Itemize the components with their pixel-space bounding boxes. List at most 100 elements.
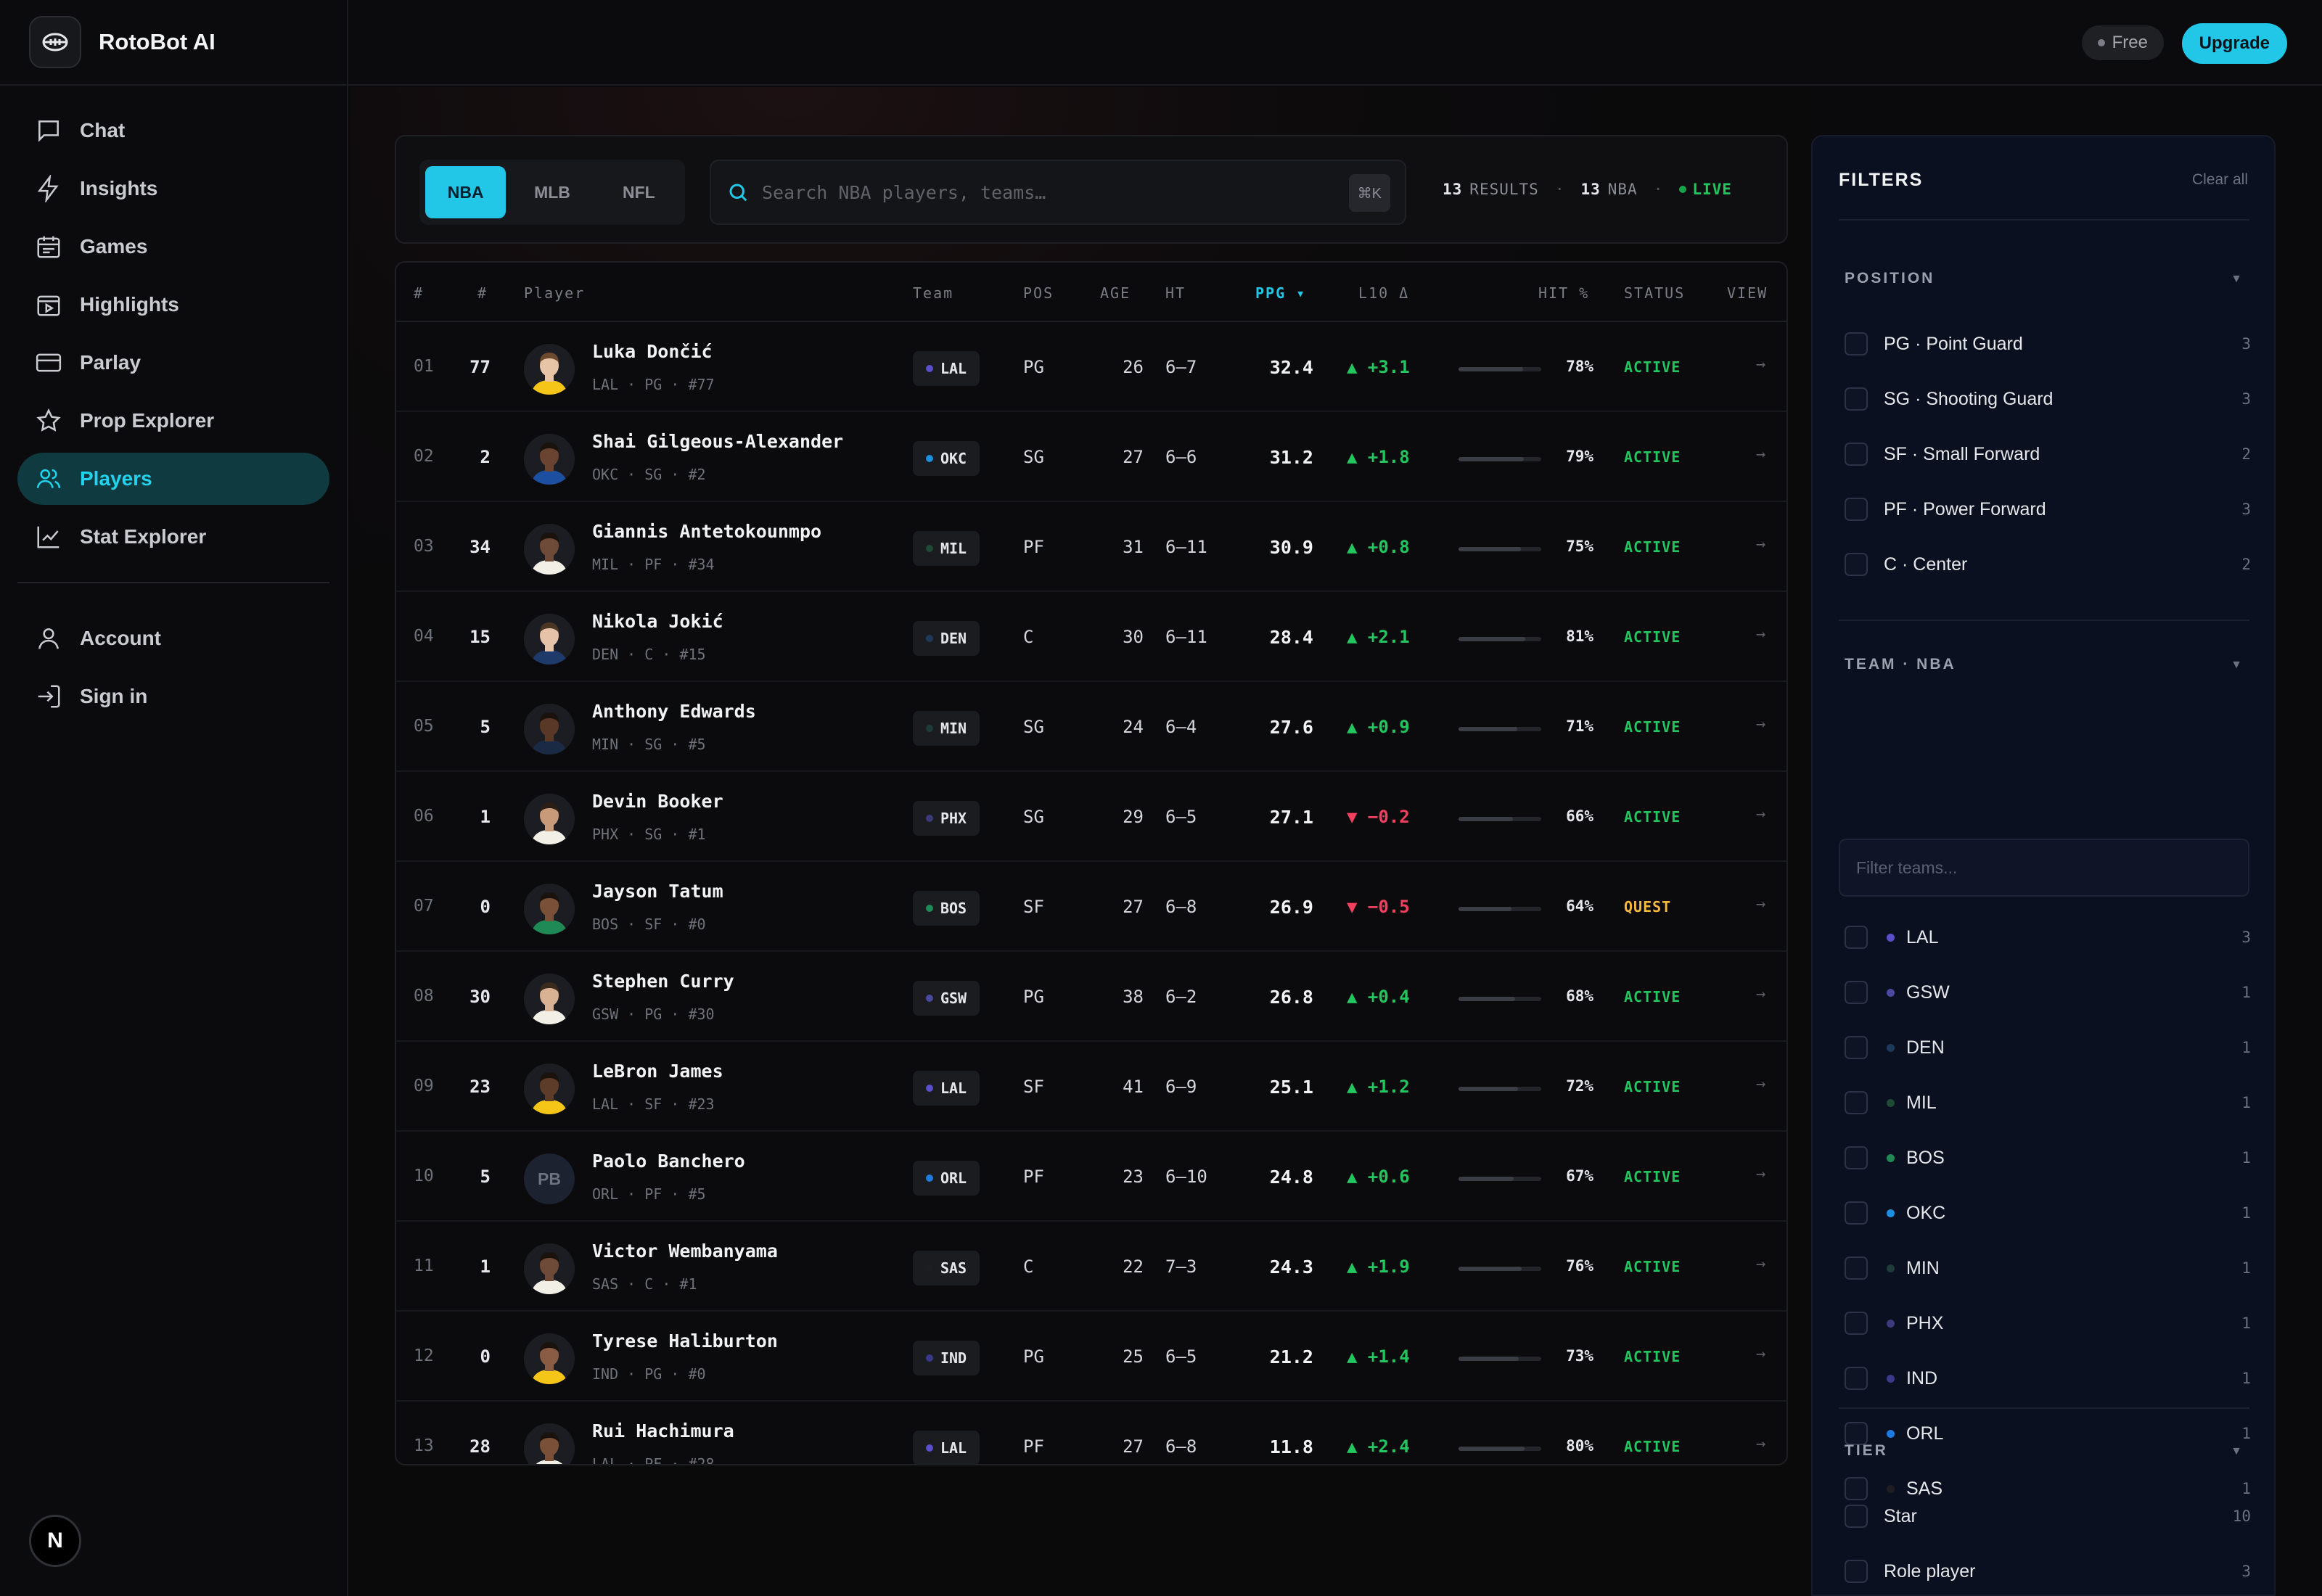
view-arrow-icon[interactable]: → xyxy=(1756,625,1765,643)
col-age[interactable]: AGE xyxy=(1100,284,1131,302)
filter-position-sf[interactable]: SF · Small Forward 2 xyxy=(1845,438,2251,470)
col-hit[interactable]: HIT % xyxy=(1538,284,1589,302)
sidebar-item-prop-explorer[interactable]: Prop Explorer xyxy=(17,395,329,447)
tab-nfl[interactable]: NFL xyxy=(599,166,679,218)
clear-all-button[interactable]: Clear all xyxy=(2192,171,2248,189)
upgrade-button[interactable]: Upgrade xyxy=(2181,23,2287,64)
checkbox[interactable] xyxy=(1845,1036,1868,1059)
table-row[interactable]: 01 77 Luka Dončić LAL · PG · #77 LAL PG 26 6–7 3… xyxy=(396,322,1786,412)
checkbox[interactable] xyxy=(1845,1505,1868,1528)
col-rank[interactable]: # xyxy=(414,284,424,302)
checkbox[interactable] xyxy=(1845,553,1868,576)
filter-tier-star[interactable]: Star 10 xyxy=(1845,1500,2251,1532)
table-row[interactable]: 07 0 Jayson Tatum BOS · SF · #0 BOS SF 27 6–8 26… xyxy=(396,862,1786,952)
filter-tier-role[interactable]: Role player 3 xyxy=(1845,1555,2251,1587)
checkbox[interactable] xyxy=(1845,1477,1868,1500)
checkbox[interactable] xyxy=(1845,1312,1868,1335)
tab-mlb[interactable]: MLB xyxy=(512,166,592,218)
table-row[interactable]: 04 15 Nikola Jokić DEN · C · #15 DEN C 30 6–11 2… xyxy=(396,592,1786,682)
table-row[interactable]: 09 23 LeBron James LAL · SF · #23 LAL SF 41 6–9… xyxy=(396,1042,1786,1132)
player-name[interactable]: Nikola Jokić xyxy=(592,611,723,632)
player-name[interactable]: LeBron James xyxy=(592,1061,723,1082)
view-arrow-icon[interactable]: → xyxy=(1756,535,1765,554)
chevron-down-icon[interactable]: ▼ xyxy=(2231,659,2242,672)
table-row[interactable]: 10 5 PB Paolo Banchero ORL · PF · #5 ORL PF 23 6… xyxy=(396,1132,1786,1222)
view-arrow-icon[interactable]: → xyxy=(1756,985,1765,1003)
table-row[interactable]: 12 0 Tyrese Haliburton IND · PG · #0 IND PG 25… xyxy=(396,1312,1786,1402)
col-ppg[interactable]: PPG ▾ xyxy=(1255,284,1306,302)
table-row[interactable]: 13 28 Rui Hachimura LAL · PF · #28 LAL PF 27 6–… xyxy=(396,1402,1786,1464)
tab-nba[interactable]: NBA xyxy=(425,166,506,218)
player-name[interactable]: Luka Dončić xyxy=(592,341,713,362)
player-name[interactable]: Rui Hachimura xyxy=(592,1420,734,1441)
filter-team-okc[interactable]: OKC 1 xyxy=(1845,1197,2251,1229)
section-team-title[interactable]: TEAM · NBA xyxy=(1845,656,1956,673)
filter-team-ind[interactable]: IND 1 xyxy=(1845,1362,2251,1394)
chevron-down-icon[interactable]: ▼ xyxy=(2231,1445,2242,1458)
player-name[interactable]: Shai Gilgeous-Alexander xyxy=(592,431,843,452)
checkbox[interactable] xyxy=(1845,926,1868,949)
filter-team-bos[interactable]: BOS 1 xyxy=(1845,1142,2251,1174)
table-row[interactable]: 05 5 Anthony Edwards MIN · SG · #5 MIN SG 24 6–… xyxy=(396,682,1786,772)
view-arrow-icon[interactable]: → xyxy=(1756,805,1765,823)
checkbox[interactable] xyxy=(1845,1201,1868,1225)
col-number[interactable]: # xyxy=(477,284,488,302)
view-arrow-icon[interactable]: → xyxy=(1756,1165,1765,1183)
filter-team-orl[interactable]: ORL 1 xyxy=(1845,1418,2251,1449)
table-row[interactable]: 02 2 Shai Gilgeous-Alexander OKC · SG · #2 O… xyxy=(396,412,1786,502)
sidebar-item-parlay[interactable]: Parlay xyxy=(17,337,329,389)
checkbox[interactable] xyxy=(1845,1091,1868,1114)
player-name[interactable]: Victor Wembanyama xyxy=(592,1241,778,1262)
sidebar-item-players[interactable]: Players xyxy=(17,453,329,505)
col-pos[interactable]: POS xyxy=(1023,284,1054,302)
checkbox[interactable] xyxy=(1845,387,1868,411)
col-player[interactable]: Player xyxy=(524,284,585,302)
col-ht[interactable]: HT xyxy=(1165,284,1186,302)
sidebar-item-insights[interactable]: Insights xyxy=(17,163,329,215)
view-arrow-icon[interactable]: → xyxy=(1756,355,1765,374)
view-arrow-icon[interactable]: → xyxy=(1756,1435,1765,1453)
player-name[interactable]: Giannis Antetokounmpo xyxy=(592,521,821,542)
table-row[interactable]: 03 34 Giannis Antetokounmpo MIL · PF · #34 M… xyxy=(396,502,1786,592)
sidebar-item-chat[interactable]: Chat xyxy=(17,104,329,157)
checkbox[interactable] xyxy=(1845,981,1868,1004)
table-row[interactable]: 06 1 Devin Booker PHX · SG · #1 PHX SG 29 6–5 27… xyxy=(396,772,1786,862)
brand[interactable]: RotoBot AI xyxy=(0,0,347,86)
filter-team-lal[interactable]: LAL 3 xyxy=(1845,921,2251,953)
sidebar-item-highlights[interactable]: Highlights xyxy=(17,279,329,331)
player-name[interactable]: Jayson Tatum xyxy=(592,881,723,902)
team-filter-input[interactable] xyxy=(1839,839,2249,897)
player-name[interactable]: Paolo Banchero xyxy=(592,1151,745,1172)
checkbox[interactable] xyxy=(1845,443,1868,466)
sidebar-item-account[interactable]: Account xyxy=(17,612,329,665)
chevron-down-icon[interactable]: ▼ xyxy=(2231,273,2242,286)
col-team[interactable]: Team xyxy=(913,284,953,302)
filter-position-pg[interactable]: PG · Point Guard 3 xyxy=(1845,328,2251,360)
filter-position-pf[interactable]: PF · Power Forward 3 xyxy=(1845,493,2251,525)
table-row[interactable]: 11 1 Victor Wembanyama SAS · C · #1 SAS C 22 7–… xyxy=(396,1222,1786,1312)
checkbox[interactable] xyxy=(1845,1560,1868,1583)
sidebar-item-sign-in[interactable]: Sign in xyxy=(17,670,329,723)
col-status[interactable]: STATUS xyxy=(1624,284,1685,302)
view-arrow-icon[interactable]: → xyxy=(1756,715,1765,733)
checkbox[interactable] xyxy=(1845,1256,1868,1280)
sidebar-item-stat-explorer[interactable]: Stat Explorer xyxy=(17,511,329,563)
view-arrow-icon[interactable]: → xyxy=(1756,1255,1765,1273)
sidebar-item-games[interactable]: Games xyxy=(17,221,329,273)
filter-team-min[interactable]: MIN 1 xyxy=(1845,1252,2251,1284)
col-l10[interactable]: L10 Δ xyxy=(1358,284,1409,302)
filter-team-mil[interactable]: MIL 1 xyxy=(1845,1087,2251,1119)
checkbox[interactable] xyxy=(1845,1146,1868,1169)
checkbox[interactable] xyxy=(1845,1367,1868,1390)
filter-position-sg[interactable]: SG · Shooting Guard 3 xyxy=(1845,383,2251,415)
filter-team-phx[interactable]: PHX 1 xyxy=(1845,1307,2251,1339)
player-name[interactable]: Anthony Edwards xyxy=(592,701,756,722)
section-tier-title[interactable]: TIER xyxy=(1845,1442,1888,1460)
player-name[interactable]: Stephen Curry xyxy=(592,971,734,992)
section-position-title[interactable]: POSITION xyxy=(1845,270,1935,287)
checkbox[interactable] xyxy=(1845,498,1868,521)
table-row[interactable]: 08 30 Stephen Curry GSW · PG · #30 GSW PG 38 6–… xyxy=(396,952,1786,1042)
view-arrow-icon[interactable]: → xyxy=(1756,1075,1765,1093)
view-arrow-icon[interactable]: → xyxy=(1756,1345,1765,1363)
checkbox[interactable] xyxy=(1845,332,1868,355)
